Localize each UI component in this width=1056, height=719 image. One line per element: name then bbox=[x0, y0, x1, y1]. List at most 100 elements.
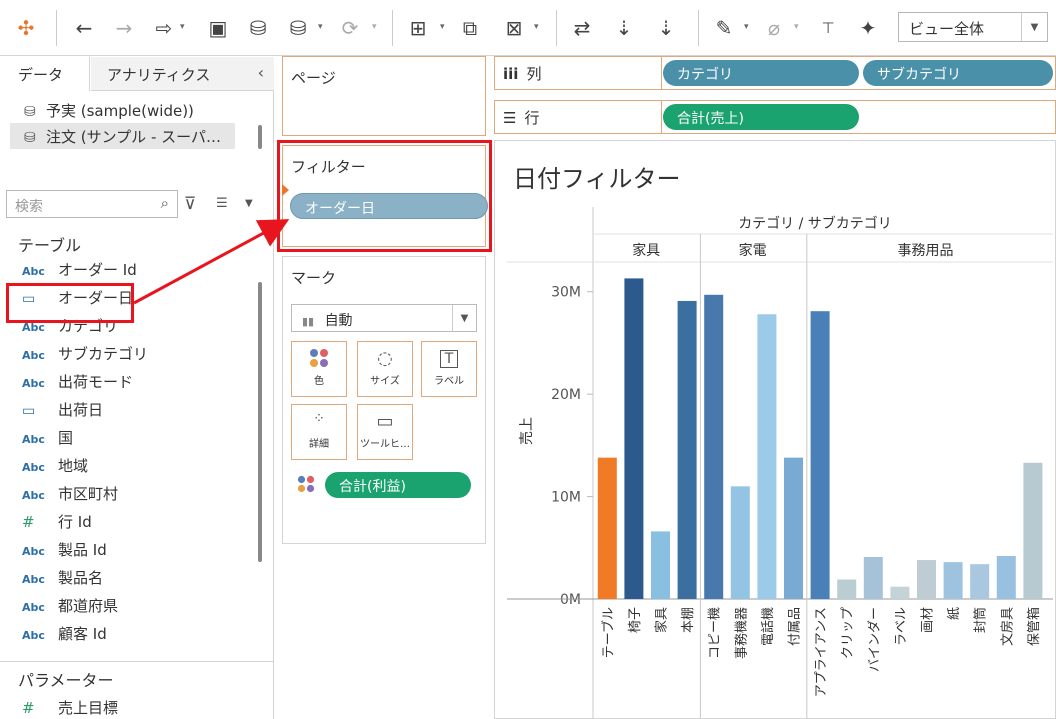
x-tick-label: 紙 bbox=[947, 607, 962, 620]
pin-icon[interactable]: ✦ bbox=[854, 14, 882, 42]
field-label: 行 Id bbox=[58, 513, 92, 531]
field-label: 製品 Id bbox=[58, 541, 107, 559]
new-worksheet-icon[interactable]: ⊞ bbox=[404, 14, 432, 42]
replay-icon[interactable]: ⇨ bbox=[150, 14, 178, 42]
field-label: サブカテゴリ bbox=[58, 345, 149, 363]
field-label: 地域 bbox=[58, 457, 89, 475]
field-item[interactable]: Abc 国 bbox=[22, 427, 252, 453]
x-tick-label: コピー機 bbox=[708, 607, 723, 659]
field-item[interactable]: Abc 都道府県 bbox=[22, 595, 252, 621]
view-fit-select[interactable]: ビュー全体 ▼ bbox=[898, 12, 1048, 42]
field-label: オーダー Id bbox=[58, 261, 137, 279]
mark-type-select[interactable]: ▮▮ 自動 ▼ bbox=[291, 304, 477, 332]
column-pill-subcategory[interactable]: サブカテゴリ bbox=[863, 60, 1053, 86]
shelf-divider bbox=[661, 57, 662, 89]
field-item[interactable]: Abc オーダー Id bbox=[22, 259, 252, 285]
chevron-down-icon[interactable]: ▼ bbox=[1021, 13, 1047, 41]
clear-dropdown-icon[interactable]: ▾ bbox=[534, 22, 542, 32]
toolbar-separator bbox=[392, 10, 393, 46]
new-datasource-icon[interactable]: ⛁ bbox=[244, 14, 272, 42]
string-type-icon: Abc bbox=[22, 489, 45, 502]
tableau-logo-icon[interactable]: ✣ bbox=[12, 14, 40, 42]
group-header-label: 家具 bbox=[632, 242, 660, 259]
label-button[interactable]: T ラベル bbox=[421, 341, 477, 397]
string-type-icon: Abc bbox=[22, 377, 45, 390]
datasource-scrollbar[interactable] bbox=[258, 125, 262, 149]
x-tick-label: テーブル bbox=[600, 607, 616, 658]
refresh-icon[interactable]: ⟳ bbox=[336, 14, 364, 42]
bar bbox=[943, 562, 963, 599]
datasource-item[interactable]: ⛁ 予実 (sample(wide)) bbox=[10, 97, 235, 123]
marks-title: マーク bbox=[291, 269, 337, 287]
replay-dropdown-icon[interactable]: ▾ bbox=[180, 22, 188, 32]
tab-analytics[interactable]: アナリティクス ‹ bbox=[91, 57, 274, 91]
x-tick-label: 電話機 bbox=[760, 607, 776, 646]
number-type-icon: # bbox=[22, 513, 35, 531]
list-dropdown-icon[interactable]: ▼ bbox=[245, 198, 253, 209]
highlight-icon[interactable]: ✎ bbox=[710, 14, 738, 42]
bar bbox=[730, 486, 750, 599]
undo-icon[interactable]: ← bbox=[70, 14, 98, 42]
data-pane-tabs: データ アナリティクス ‹ bbox=[0, 57, 274, 91]
tab-data[interactable]: データ bbox=[0, 57, 90, 91]
datasource-item-selected[interactable]: ⛁ 注文 (サンプル - スーパ… bbox=[10, 123, 235, 149]
clear-sheet-icon[interactable]: ⊠ bbox=[500, 14, 528, 42]
highlight-box-order-date-field bbox=[6, 283, 134, 323]
column-pill-category[interactable]: カテゴリ bbox=[663, 60, 859, 86]
pause-dropdown-icon[interactable]: ▾ bbox=[318, 22, 326, 32]
pages-card[interactable]: ページ bbox=[282, 56, 486, 136]
x-tick-label: 画材 bbox=[921, 607, 936, 633]
color-button[interactable]: 色 bbox=[291, 341, 347, 397]
field-item[interactable]: Abc サブカテゴリ bbox=[22, 343, 252, 369]
view-fit-value: ビュー全体 bbox=[909, 20, 985, 38]
sort-ascending-icon[interactable]: ⇣ bbox=[610, 14, 638, 42]
row-pill-sales[interactable]: 合計(売上) bbox=[663, 104, 859, 130]
field-list-scrollbar[interactable] bbox=[258, 282, 262, 562]
tooltip-button[interactable]: ▭ ツールヒ… bbox=[357, 404, 413, 460]
refresh-dropdown-icon[interactable]: ▾ bbox=[372, 22, 380, 32]
new-worksheet-dropdown-icon[interactable]: ▾ bbox=[440, 22, 448, 32]
size-button[interactable]: ◌ サイズ bbox=[357, 341, 413, 397]
group-dropdown-icon[interactable]: ▾ bbox=[794, 22, 802, 32]
filter-icon[interactable]: ⊽ bbox=[184, 194, 196, 214]
field-item[interactable]: Abc 市区町村 bbox=[22, 483, 252, 509]
field-item[interactable]: # 行 Id bbox=[22, 511, 252, 537]
datasource-label: 注文 (サンプル - スーパ… bbox=[46, 128, 221, 146]
redo-icon[interactable]: → bbox=[110, 14, 138, 42]
rows-shelf-label: ☰ 行 bbox=[503, 107, 539, 128]
color-label: 色 bbox=[314, 376, 324, 387]
show-labels-icon[interactable]: ⊤ bbox=[814, 14, 842, 42]
color-pill-profit[interactable]: 合計(利益) bbox=[325, 472, 471, 498]
field-item[interactable]: Abc 製品 Id bbox=[22, 539, 252, 565]
search-input[interactable]: 検索 ⌕ bbox=[6, 190, 178, 218]
sort-descending-icon[interactable]: ⇣ bbox=[652, 14, 680, 42]
group-header-label: 家電 bbox=[739, 242, 767, 259]
columns-shelf[interactable]: iii 列 カテゴリ サブカテゴリ bbox=[494, 56, 1056, 90]
field-item[interactable]: Abc 出荷モード bbox=[22, 371, 252, 397]
field-item[interactable]: ▭ 出荷日 bbox=[22, 399, 252, 425]
highlight-dropdown-icon[interactable]: ▾ bbox=[744, 22, 752, 32]
group-icon[interactable]: ⌀ bbox=[760, 14, 788, 42]
collapse-pane-icon[interactable]: ‹ bbox=[258, 63, 264, 82]
y-axis-label: 売上 bbox=[519, 417, 535, 445]
string-type-icon: Abc bbox=[22, 601, 45, 614]
list-view-icon[interactable]: ☰ bbox=[216, 196, 228, 211]
x-tick-label: 保管箱 bbox=[1026, 607, 1042, 646]
save-icon[interactable]: ▣ bbox=[204, 14, 232, 42]
bar bbox=[624, 278, 644, 599]
columns-shelf-label: iii 列 bbox=[503, 63, 541, 84]
rows-icon: ☰ bbox=[503, 109, 517, 127]
pause-updates-icon[interactable]: ⛁ bbox=[284, 14, 312, 42]
x-tick-label: バインダー bbox=[867, 607, 882, 672]
rows-shelf[interactable]: ☰ 行 合計(売上) bbox=[494, 100, 1056, 134]
field-item[interactable]: Abc 製品名 bbox=[22, 567, 252, 593]
swap-rows-columns-icon[interactable]: ⇄ bbox=[568, 14, 596, 42]
duplicate-sheet-icon[interactable]: ⧉ bbox=[456, 14, 484, 42]
tooltip-label: ツールヒ… bbox=[360, 439, 410, 450]
chevron-down-icon[interactable]: ▼ bbox=[452, 305, 476, 331]
detail-button[interactable]: ⁘ 詳細 bbox=[291, 404, 347, 460]
field-item[interactable]: Abc 地域 bbox=[22, 455, 252, 481]
highlight-box-filters bbox=[277, 140, 492, 252]
field-item[interactable]: Abc 顧客 Id bbox=[22, 623, 252, 649]
parameter-item[interactable]: # 売上目標 bbox=[22, 697, 252, 719]
